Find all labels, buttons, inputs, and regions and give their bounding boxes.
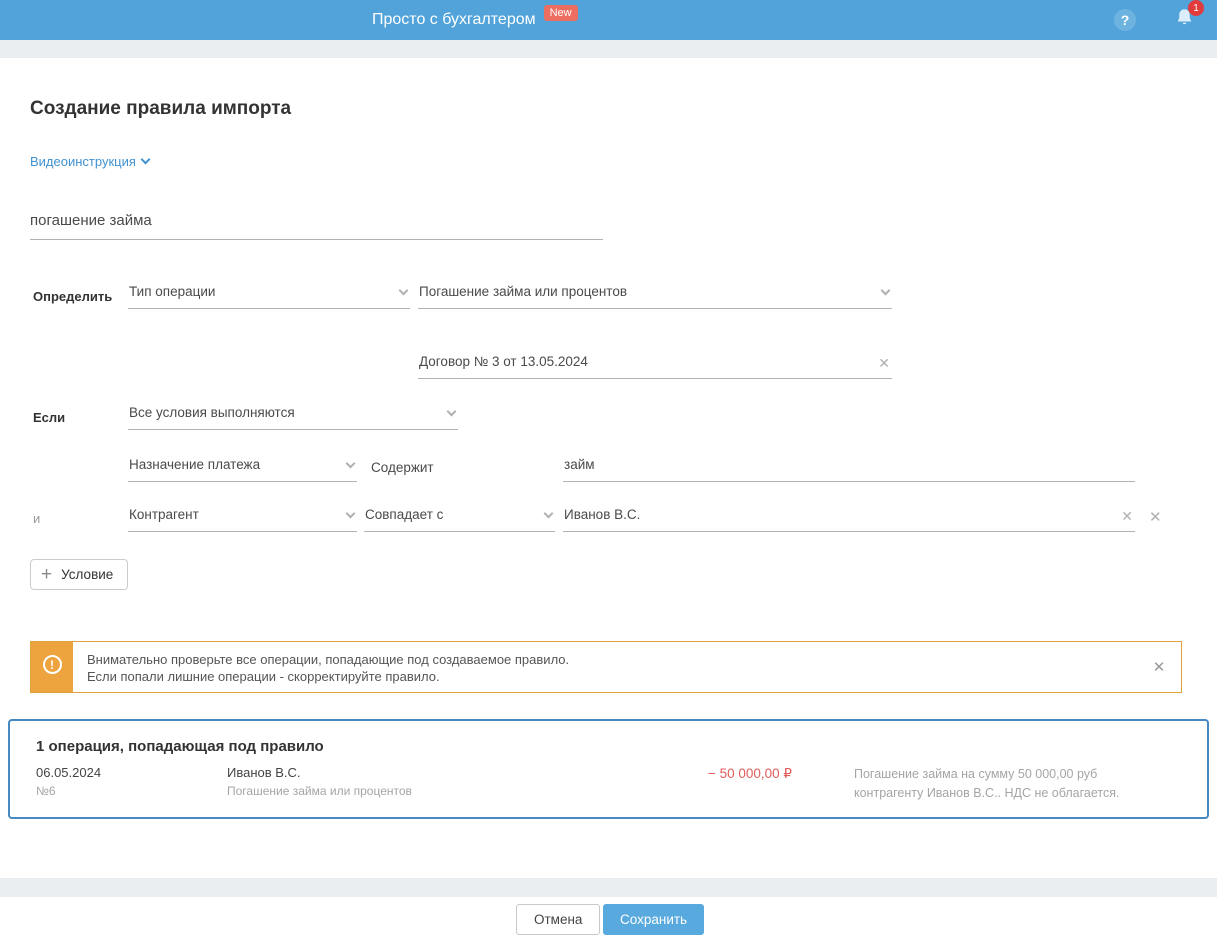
operation-amount: − 50 000,00 ₽ bbox=[707, 766, 792, 781]
warning-line2: Если попали лишние операции - скорректир… bbox=[87, 669, 440, 684]
add-condition-button[interactable]: + Условие bbox=[30, 559, 129, 590]
save-button[interactable]: Сохранить bbox=[603, 904, 705, 935]
condition-operator-value: Совпадает с bbox=[365, 507, 444, 522]
chevron-down-icon bbox=[543, 508, 554, 519]
contract-field[interactable]: Договор № 3 от 13.05.2024 ✕ bbox=[418, 352, 892, 379]
condition-value-input[interactable]: Иванов В.С. ✕ bbox=[563, 505, 1135, 532]
page-title: Создание правила импорта bbox=[30, 98, 292, 119]
remove-condition-icon[interactable]: ✕ bbox=[1149, 508, 1162, 526]
operation-description: Погашение займа на сумму 50 000,00 руб к… bbox=[854, 767, 1120, 800]
condition-field-value: Назначение платежа bbox=[129, 457, 261, 472]
footer-divider-strip bbox=[0, 878, 1217, 897]
top-bar: Просто с бухгалтером New ? 1 bbox=[0, 0, 1217, 40]
video-instruction-label: Видеоинструкция bbox=[30, 154, 136, 169]
page: Просто с бухгалтером New ? 1 Создание пр… bbox=[0, 0, 1217, 943]
warning-bar: ! bbox=[31, 642, 73, 692]
operation-counterparty: Иванов В.С. bbox=[227, 765, 301, 780]
plus-icon: + bbox=[41, 564, 53, 585]
contract-value: Договор № 3 от 13.05.2024 bbox=[419, 354, 588, 369]
chevron-down-icon bbox=[345, 508, 356, 519]
condition-value-text: Иванов В.С. bbox=[564, 507, 641, 522]
condition-field-select[interactable]: Назначение платежа bbox=[128, 455, 357, 482]
help-icon[interactable]: ? bbox=[1114, 9, 1136, 31]
close-warning-icon[interactable]: ✕ bbox=[1137, 642, 1181, 692]
app-title: Просто с бухгалтером bbox=[372, 11, 536, 28]
conditions-mode-value: Все условия выполняются bbox=[129, 405, 295, 420]
notifications-button[interactable]: 1 bbox=[1174, 0, 1204, 33]
warning-banner: ! Внимательно проверьте все операции, по… bbox=[30, 641, 1182, 693]
notification-count-badge: 1 bbox=[1188, 0, 1204, 16]
and-label: и bbox=[33, 511, 41, 526]
operation-kind-select[interactable]: Погашение займа или процентов bbox=[418, 282, 892, 309]
app-title-group: Просто с бухгалтером New bbox=[372, 0, 578, 40]
operation-type: Погашение займа или процентов bbox=[227, 784, 412, 798]
operation-kind-value: Погашение займа или процентов bbox=[419, 284, 628, 299]
condition-value-input[interactable]: займ bbox=[563, 455, 1135, 482]
warning-line1: Внимательно проверьте все операции, попа… bbox=[87, 652, 570, 667]
new-badge: New bbox=[543, 5, 578, 21]
warning-icon: ! bbox=[42, 655, 62, 674]
operation-date: 06.05.2024 bbox=[36, 765, 102, 780]
operation-number: №6 bbox=[36, 784, 56, 798]
condition-field-value: Контрагент bbox=[129, 507, 199, 522]
condition-operator-label[interactable]: Содержит bbox=[371, 460, 434, 475]
bell-icon bbox=[1174, 9, 1195, 32]
top-bar-icons: ? 1 bbox=[1114, 0, 1204, 40]
chevron-down-icon bbox=[140, 154, 151, 165]
cancel-button[interactable]: Отмена bbox=[516, 904, 601, 935]
condition-operator-select[interactable]: Совпадает с bbox=[364, 505, 555, 532]
operation-type-select[interactable]: Тип операции bbox=[128, 282, 410, 309]
condition-value-text: займ bbox=[564, 457, 595, 472]
matched-operations-panel: 1 операция, попадающая под правило 06.05… bbox=[8, 719, 1209, 819]
if-label: Если bbox=[33, 410, 66, 425]
clear-icon[interactable]: ✕ bbox=[1121, 508, 1133, 525]
define-label: Определить bbox=[33, 289, 113, 304]
header-divider-strip bbox=[0, 40, 1217, 58]
rule-name-input[interactable] bbox=[30, 208, 603, 240]
operations-panel-title: 1 операция, попадающая под правило bbox=[36, 738, 324, 755]
video-instruction-link[interactable]: Видеоинструкция bbox=[30, 154, 151, 169]
add-condition-label: Условие bbox=[61, 567, 114, 582]
warning-text: Внимательно проверьте все операции, попа… bbox=[73, 642, 1137, 692]
chevron-down-icon bbox=[398, 285, 409, 296]
chevron-down-icon bbox=[880, 285, 891, 296]
condition-field-select[interactable]: Контрагент bbox=[128, 505, 357, 532]
chevron-down-icon bbox=[345, 458, 356, 469]
operation-type-value: Тип операции bbox=[129, 284, 216, 299]
conditions-mode-select[interactable]: Все условия выполняются bbox=[128, 403, 458, 430]
chevron-down-icon bbox=[446, 406, 457, 417]
clear-icon[interactable]: ✕ bbox=[878, 355, 890, 372]
